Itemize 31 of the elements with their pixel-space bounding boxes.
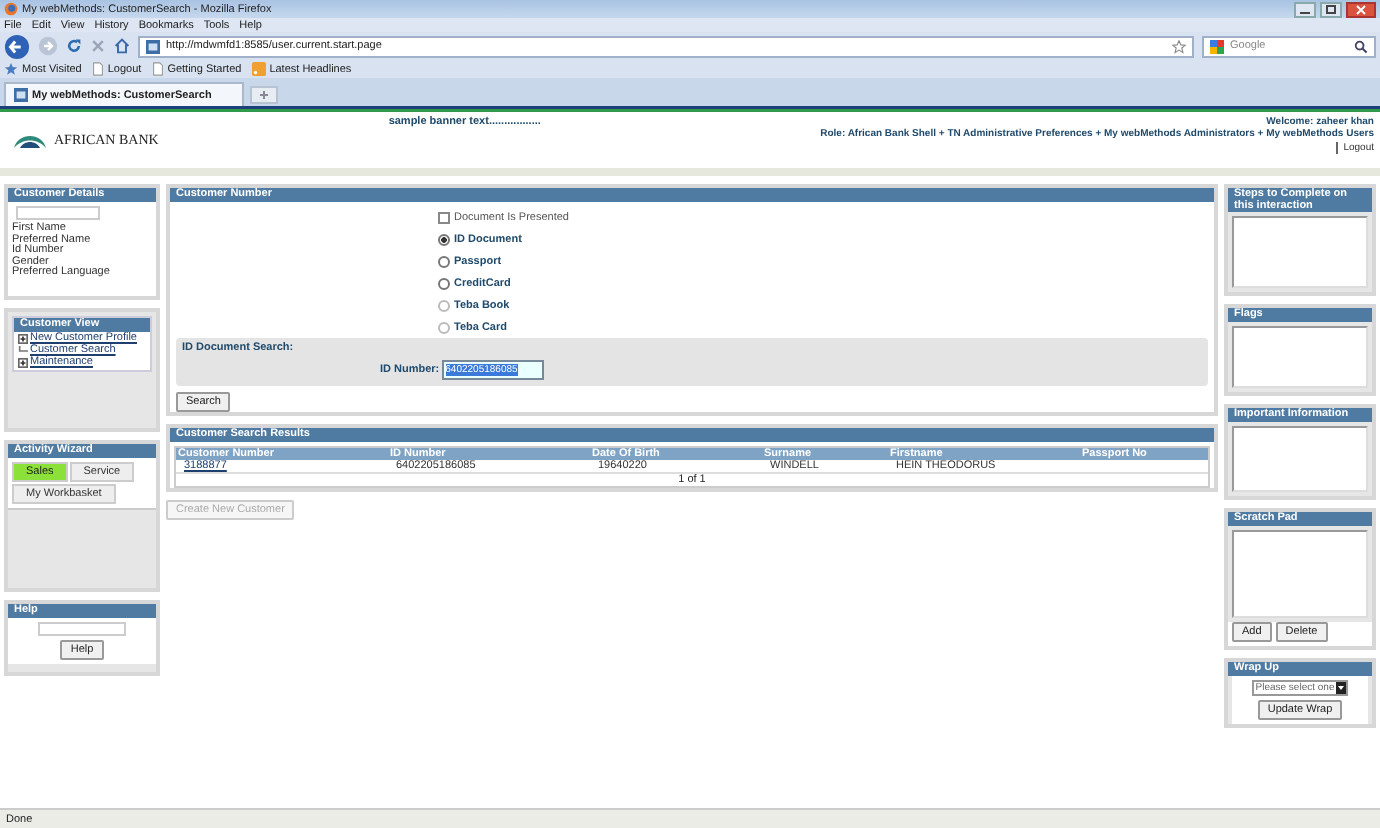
back-icon[interactable] (4, 33, 30, 59)
reload-icon[interactable] (66, 38, 82, 54)
radio-button[interactable] (438, 277, 450, 289)
help-field[interactable] (38, 622, 126, 636)
page-icon (151, 62, 164, 76)
site-icon (14, 88, 28, 102)
maximize-icon[interactable] (1320, 1, 1342, 17)
home-icon[interactable] (114, 38, 130, 54)
page-icon (91, 62, 104, 76)
new-tab-icon[interactable] (250, 86, 278, 104)
site-icon (146, 39, 160, 53)
expand-icon[interactable] (18, 357, 28, 367)
expand-icon[interactable] (18, 333, 28, 343)
minimize-icon[interactable] (1294, 1, 1316, 17)
steps-box (1232, 216, 1368, 288)
firefox-icon (4, 2, 18, 16)
radio-button[interactable] (438, 255, 450, 267)
close-icon[interactable] (1346, 1, 1376, 17)
scratch-pad-field[interactable] (1232, 530, 1368, 618)
customer-field[interactable] (16, 206, 100, 220)
radio-button[interactable] (438, 233, 450, 245)
information-box (1232, 426, 1368, 492)
checkbox[interactable] (438, 211, 450, 223)
star-icon[interactable] (1172, 39, 1186, 53)
tree-line-icon (18, 345, 28, 355)
flags-box (1232, 326, 1368, 388)
search-icon[interactable] (1354, 39, 1368, 53)
star-icon (4, 62, 18, 76)
feed-icon (251, 62, 266, 76)
dropdown-icon (1336, 682, 1347, 694)
google-icon (1210, 39, 1224, 53)
